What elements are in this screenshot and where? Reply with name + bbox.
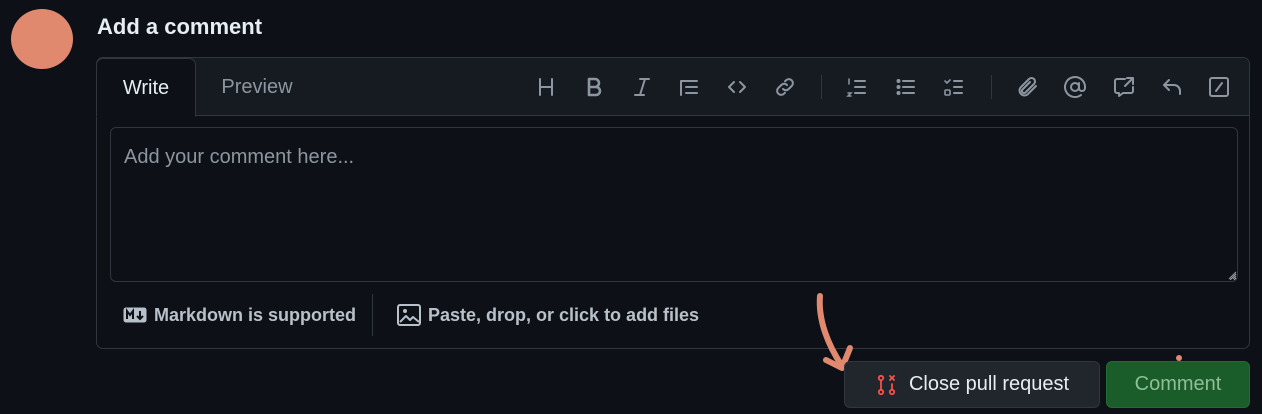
- close-pull-request-button[interactable]: Close pull request: [844, 361, 1100, 408]
- reply-icon[interactable]: [1157, 72, 1187, 102]
- quote-icon[interactable]: [674, 72, 704, 102]
- add-files-link[interactable]: Paste, drop, or click to add files: [397, 304, 699, 326]
- editor-tabbar: Write Preview: [96, 58, 1249, 117]
- markdown-help-link[interactable]: Markdown is supported: [123, 304, 356, 326]
- mention-icon[interactable]: [1060, 72, 1090, 102]
- comment-editor: Write Preview Add your comment here... M…: [96, 57, 1250, 349]
- page-title: Add a comment: [97, 14, 263, 39]
- heading-icon[interactable]: [531, 72, 561, 102]
- comment-textarea[interactable]: [110, 127, 1238, 282]
- link-icon[interactable]: [770, 72, 800, 102]
- unordered-list-icon[interactable]: [891, 72, 921, 102]
- tab-preview[interactable]: Preview: [207, 58, 307, 116]
- attach-icon[interactable]: [1013, 72, 1043, 102]
- task-list-icon[interactable]: [939, 72, 969, 102]
- avatar[interactable]: [11, 9, 73, 69]
- pull-request-closed-icon: [877, 374, 896, 395]
- resize-handle[interactable]: [1227, 270, 1237, 280]
- code-icon[interactable]: [722, 72, 752, 102]
- add-files-label: Paste, drop, or click to add files: [428, 304, 700, 325]
- footer-divider: [372, 294, 373, 336]
- image-icon: [397, 304, 421, 326]
- comment-button-label: Comment: [1134, 373, 1222, 395]
- bold-icon[interactable]: [579, 72, 609, 102]
- markdown-icon: [123, 307, 147, 323]
- slash-commands-icon[interactable]: [1204, 72, 1234, 102]
- cross-reference-icon[interactable]: [1109, 72, 1139, 102]
- toolbar-divider: [821, 75, 822, 99]
- numbered-list-icon[interactable]: [842, 72, 872, 102]
- tab-write[interactable]: Write: [96, 58, 196, 117]
- italic-icon[interactable]: [627, 72, 657, 102]
- close-pull-request-label: Close pull request: [908, 373, 1070, 395]
- markdown-label: Markdown is supported: [154, 304, 357, 325]
- toolbar-divider: [991, 75, 992, 99]
- comment-button[interactable]: Comment: [1106, 361, 1250, 408]
